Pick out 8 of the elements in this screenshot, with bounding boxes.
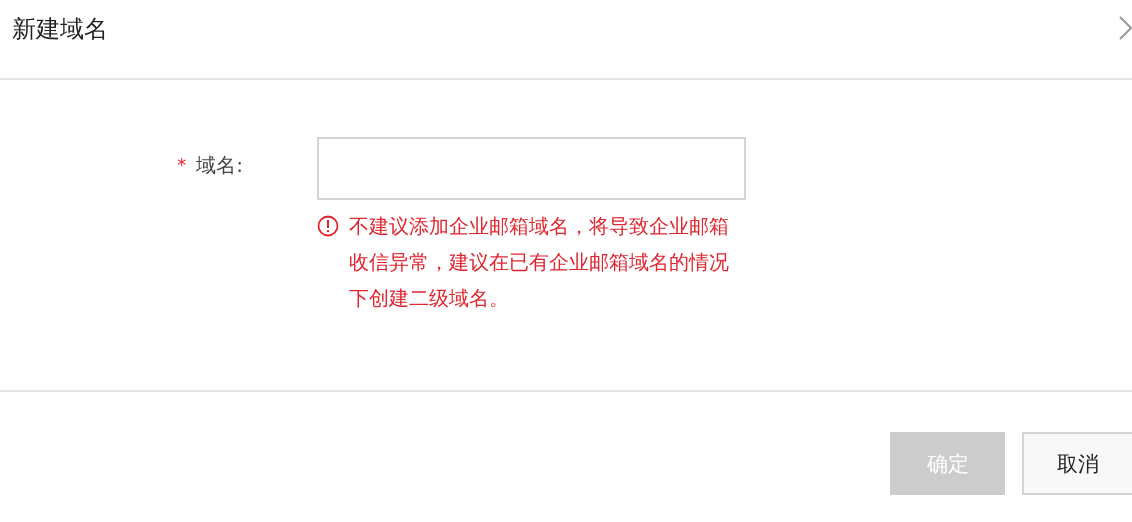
error-message: 不建议添加企业邮箱域名，将导致企业邮箱收信异常，建议在已有企业邮箱域名的情况下创建二级域名。: [349, 213, 730, 312]
dialog-title: 新建域名: [12, 14, 108, 45]
domain-input-field[interactable]: [317, 137, 746, 200]
required-mark: *: [177, 153, 187, 177]
chevron-icon[interactable]: [1118, 15, 1132, 41]
cancel-button[interactable]: 取消: [1022, 432, 1132, 495]
field-label: 域名:: [196, 153, 243, 179]
warning-icon: [317, 215, 339, 237]
